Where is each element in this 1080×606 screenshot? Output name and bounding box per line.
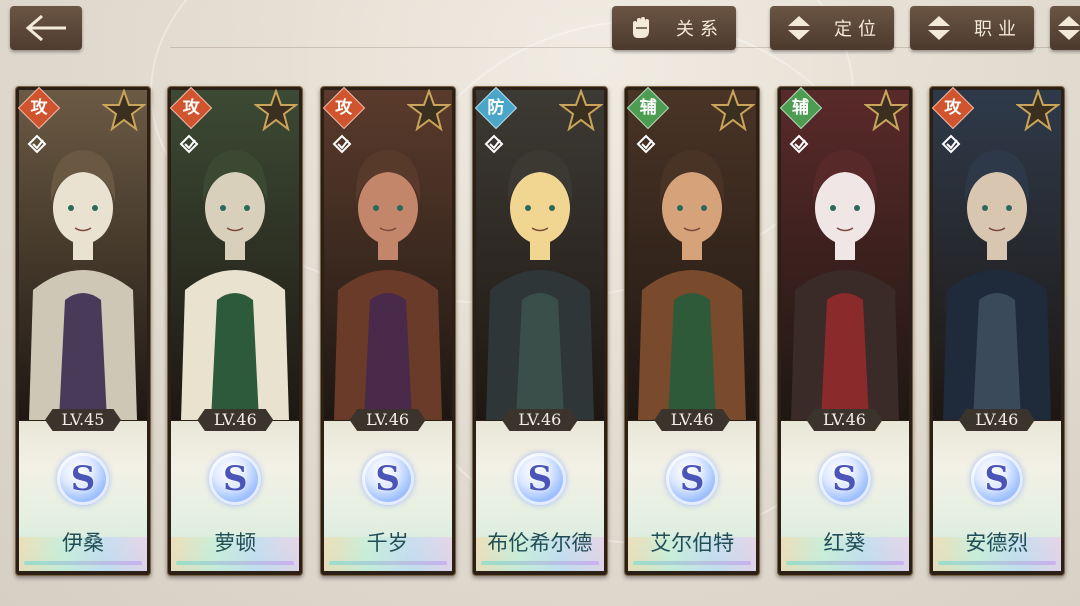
character-card[interactable]: 辅 LV.46 S 艾尔伯特 (624, 86, 761, 576)
character-card[interactable]: 辅 LV.46 S 红葵 (776, 86, 913, 576)
equipment-icon (789, 134, 808, 154)
character-name: 布伦希尔德 (487, 531, 593, 555)
star-icon (558, 89, 603, 132)
role-label: 辅 (792, 98, 809, 118)
card-info-panel: LV.46 S 千岁 (323, 409, 452, 571)
character-name: 艾尔伯特 (650, 531, 735, 555)
star-icon (863, 89, 908, 132)
position-sort-button[interactable]: 定位 (770, 6, 894, 50)
rank-label: S (984, 459, 1010, 499)
class-sort-button[interactable]: 职业 (910, 6, 1034, 50)
rank-label: S (832, 459, 857, 499)
role-label: 攻 (944, 98, 962, 118)
level-badge: LV.45 (45, 409, 121, 431)
star-icon (711, 89, 756, 132)
rank-label: S (527, 459, 553, 499)
progress-bar (785, 561, 904, 565)
character-card[interactable]: 攻 LV.45 S 伊桑 (15, 86, 151, 576)
level-badge: LV.46 (197, 409, 274, 431)
role-label: 攻 (182, 98, 200, 118)
sort-icon (924, 13, 954, 43)
top-bar: 关系 定位 职业 (0, 0, 1080, 60)
progress-bar (937, 561, 1056, 565)
equipment-icon (332, 134, 352, 154)
character-name: 伊桑 (62, 531, 104, 555)
role-label: 防 (487, 98, 505, 118)
rank-label: S (223, 459, 248, 499)
equipment-icon (27, 134, 47, 154)
more-filter-button[interactable] (1050, 6, 1080, 50)
relation-label: 关系 (676, 19, 724, 40)
progress-bar (328, 561, 447, 565)
position-label: 定位 (834, 19, 882, 40)
progress-bar (24, 561, 142, 565)
rank-emblem: S (361, 453, 414, 505)
card-info-panel: LV.46 S 艾尔伯特 (628, 409, 757, 571)
back-button[interactable] (10, 6, 82, 50)
glove-icon (626, 13, 656, 43)
class-label: 职业 (974, 19, 1022, 40)
rank-emblem: S (818, 453, 871, 505)
relation-button[interactable]: 关系 (612, 6, 736, 50)
equipment-icon (484, 134, 504, 154)
star-icon (1015, 89, 1060, 132)
character-name: 安德烈 (965, 531, 1029, 555)
rank-emblem: S (209, 453, 262, 505)
star-icon (406, 89, 451, 132)
character-name: 千岁 (366, 531, 409, 555)
rank-emblem: S (513, 453, 566, 505)
back-arrow-icon (25, 14, 66, 42)
sort-icon (784, 13, 814, 43)
level-badge: LV.46 (349, 409, 426, 431)
progress-bar (176, 561, 295, 565)
role-label: 攻 (30, 98, 48, 118)
role-label: 攻 (335, 98, 353, 118)
level-badge: LV.46 (958, 409, 1035, 431)
rank-emblem: S (666, 453, 719, 505)
character-name: 红葵 (823, 531, 866, 555)
card-info-panel: LV.46 S 安德烈 (932, 409, 1061, 571)
card-info-panel: LV.45 S 伊桑 (19, 409, 147, 571)
card-info-panel: LV.46 S 萝顿 (171, 409, 300, 571)
sort-icon (1056, 13, 1080, 43)
progress-bar (633, 561, 752, 565)
card-info-panel: LV.46 S 红葵 (780, 409, 909, 571)
rank-emblem: S (57, 453, 109, 505)
character-card[interactable]: 攻 LV.46 S 千岁 (319, 86, 456, 576)
star-icon (102, 89, 146, 132)
rank-emblem: S (970, 453, 1023, 505)
equipment-icon (941, 134, 961, 154)
rank-label: S (375, 459, 400, 499)
rank-label: S (679, 459, 705, 499)
character-card[interactable]: 攻 LV.46 S 萝顿 (167, 86, 304, 576)
character-name: 萝顿 (214, 531, 257, 555)
level-badge: LV.46 (806, 409, 883, 431)
level-badge: LV.46 (501, 409, 578, 431)
role-label: 辅 (639, 98, 657, 118)
character-card[interactable]: 防 LV.46 S 布伦希尔德 (471, 86, 608, 576)
progress-bar (480, 561, 599, 565)
level-badge: LV.46 (654, 409, 731, 431)
character-card[interactable]: 攻 LV.46 S 安德烈 (928, 86, 1065, 576)
equipment-icon (636, 134, 656, 154)
rank-label: S (70, 459, 96, 499)
equipment-icon (179, 134, 199, 154)
card-info-panel: LV.46 S 布伦希尔德 (475, 409, 604, 571)
star-icon (254, 89, 299, 132)
